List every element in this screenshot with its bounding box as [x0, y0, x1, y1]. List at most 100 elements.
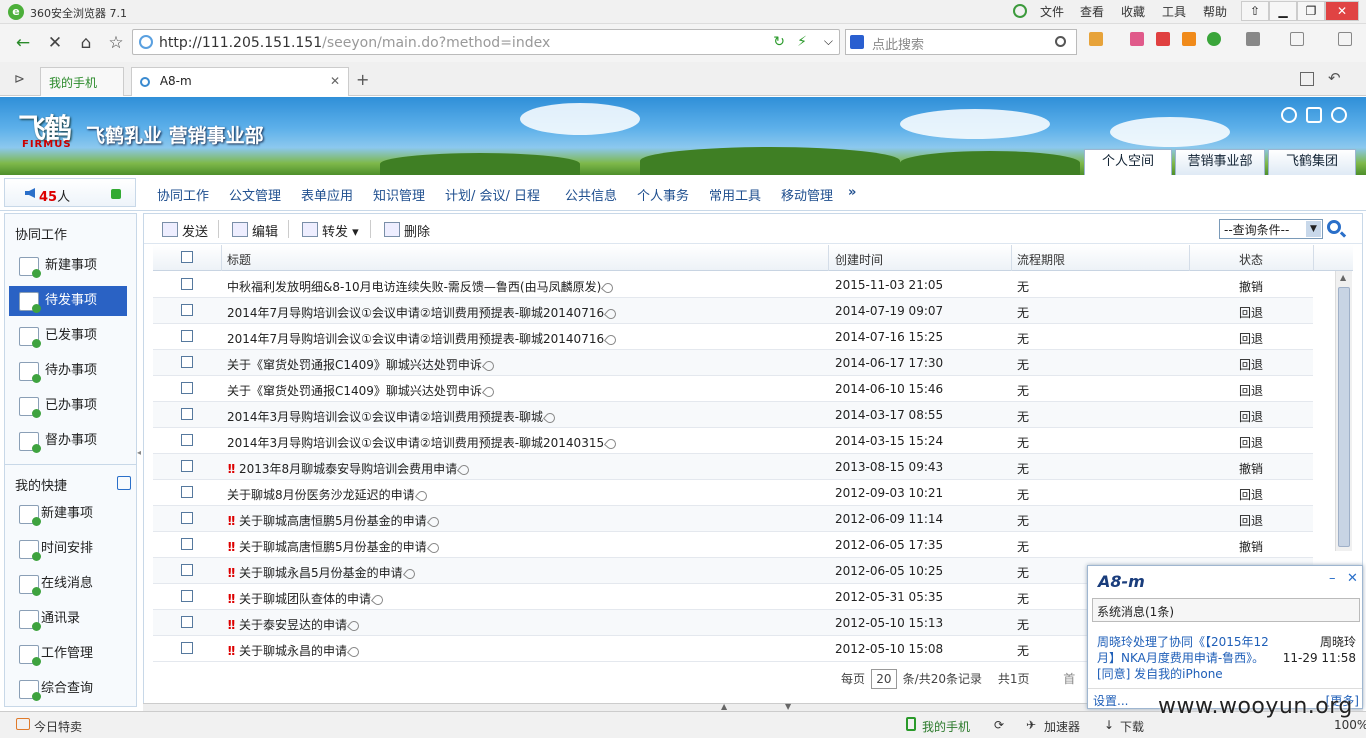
refresh-icon[interactable] [1281, 107, 1297, 123]
table-row[interactable]: 关于《窜货处罚通报C1409》聊城兴达处罚申诉 2014-06-17 17:30 无… [153, 350, 1313, 376]
maximize-icon[interactable]: ❐ [1297, 1, 1325, 21]
dropdown-icon[interactable] [111, 189, 121, 199]
address-bar[interactable]: http://111.205.151.151/seeyon/main.do?me… [132, 29, 840, 55]
shortcut-search[interactable]: 综合查询 [9, 674, 127, 704]
table-row[interactable]: !! 关于聊城高唐恒鹏5月份基金的申请 2012-06-05 17:35 无 撤销 [153, 532, 1313, 558]
tab-my-phone[interactable]: 我的手机 [40, 67, 124, 96]
grid-icon[interactable] [1246, 32, 1260, 46]
table-row[interactable]: 2014年3月导购培训会议①会议申请②培训费用预提表-聊城20140315 201… [153, 428, 1313, 454]
row-checkbox[interactable] [181, 538, 193, 550]
sidebar-item-todo[interactable]: 待办事项 [9, 356, 127, 386]
tab-marketing-dept[interactable]: 营销事业部 [1175, 149, 1265, 175]
header-title[interactable]: 标题 [227, 251, 251, 268]
undo-icon[interactable]: ↶ [1328, 69, 1341, 87]
row-title[interactable]: !! 关于聊城永昌的申请 [227, 642, 362, 659]
edit-button[interactable]: 编辑 [232, 221, 278, 240]
row-title[interactable]: 2014年7月导购培训会议①会议申请②培训费用预提表-聊城20140716 [227, 330, 619, 347]
row-title-text[interactable]: 关于聊城永昌的申请 [239, 644, 347, 658]
table-row[interactable]: 2014年7月导购培训会议①会议申请②培训费用预提表-聊城20140716 201… [153, 324, 1313, 350]
row-checkbox[interactable] [181, 512, 193, 524]
row-title-text[interactable]: 2014年7月导购培训会议①会议申请②培训费用预提表-聊城20140716 [227, 332, 604, 346]
row-checkbox[interactable] [181, 278, 193, 290]
row-title-text[interactable]: 关于《窜货处罚通报C1409》聊城兴达处罚申诉 [227, 358, 482, 372]
network-icon[interactable]: ⟳ [994, 718, 1004, 732]
close-icon[interactable]: ✕ [1347, 571, 1358, 586]
row-title[interactable]: !! 关于泰安昱达的申请 [227, 616, 362, 633]
row-checkbox[interactable] [181, 486, 193, 498]
nav-knowledge[interactable]: 知识管理 [373, 185, 425, 204]
shortcut-messages[interactable]: 在线消息 [9, 569, 127, 599]
table-row[interactable]: !! 2013年8月聊城泰安导购培训会费用申请 2013-08-15 09:43 无 撤… [153, 454, 1313, 480]
sidebar-item-sent[interactable]: 已发事项 [9, 321, 127, 351]
tab-group[interactable]: 飞鹤集团 [1268, 149, 1356, 175]
table-row[interactable]: 中秋福利发放明细&8-10月电访连续失败-需反馈—鲁西(由马凤麟原发) 2015-… [153, 272, 1313, 298]
row-checkbox[interactable] [181, 330, 193, 342]
zoom-level[interactable]: 100% [1334, 718, 1366, 732]
nav-more[interactable]: » [848, 185, 856, 200]
row-title[interactable]: 关于《窜货处罚通报C1409》聊城兴达处罚申诉 [227, 356, 496, 373]
row-title[interactable]: !! 关于聊城永昌5月份基金的申请 [227, 564, 417, 581]
scroll-up-icon[interactable]: ▲ [1340, 273, 1346, 282]
baidu-icon[interactable] [850, 35, 864, 49]
nav-docs[interactable]: 公文管理 [229, 185, 281, 204]
row-checkbox[interactable] [181, 564, 193, 576]
mail-icon[interactable] [1130, 32, 1144, 46]
row-title-text[interactable]: 2014年7月导购培训会议①会议申请②培训费用预提表-聊城20140716 [227, 306, 604, 320]
row-checkbox[interactable] [181, 304, 193, 316]
popup-settings-link[interactable]: 设置... [1093, 692, 1128, 709]
nav-plan[interactable]: 计划/ 会议/ 日程 [445, 185, 540, 204]
row-title-text[interactable]: 关于泰安昱达的申请 [239, 618, 347, 632]
scrollbar-thumb[interactable] [1338, 287, 1350, 547]
row-title[interactable]: !! 关于聊城团队查体的申请 [227, 590, 386, 607]
screenshot-icon[interactable] [1290, 32, 1304, 46]
save-icon[interactable] [1306, 107, 1322, 123]
header-created[interactable]: 创建时间 [835, 251, 883, 268]
settings-icon[interactable] [117, 476, 131, 490]
search-icon[interactable] [1055, 36, 1066, 47]
menu-view[interactable]: 查看 [1080, 3, 1104, 20]
new-tab-button[interactable]: + [356, 70, 369, 89]
row-title-text[interactable]: 2014年3月导购培训会议①会议申请②培训费用预提表-聊城 [227, 410, 543, 424]
header-status[interactable]: 状态 [1239, 251, 1263, 268]
minimize-icon[interactable]: – [1329, 571, 1336, 586]
accelerator-link[interactable]: 加速器 [1044, 718, 1080, 735]
row-title-text[interactable]: 关于聊城高唐恒鹏5月份基金的申请 [239, 514, 427, 528]
sidebar-item-done[interactable]: 已办事项 [9, 391, 127, 421]
row-title[interactable]: !! 关于聊城高唐恒鹏5月份基金的申请 [227, 512, 441, 529]
url-text[interactable]: http://111.205.151.151/seeyon/main.do?me… [159, 35, 550, 51]
download-icon[interactable]: ↓ [1104, 718, 1114, 732]
sidebar-item-new[interactable]: 新建事项 [9, 251, 127, 281]
tab-a8m[interactable]: A8-m ✕ [131, 67, 349, 96]
today-deals-link[interactable]: 今日特卖 [34, 718, 82, 735]
shield-icon[interactable] [1207, 32, 1221, 46]
row-title-text[interactable]: 关于聊城高唐恒鹏5月份基金的申请 [239, 540, 427, 554]
search-icon[interactable] [1327, 220, 1341, 234]
row-title-text[interactable]: 关于聊城团队查体的申请 [239, 592, 371, 606]
row-title-text[interactable]: 2014年3月导购培训会议①会议申请②培训费用预提表-聊城20140315 [227, 436, 604, 450]
nav-forms[interactable]: 表单应用 [301, 185, 353, 204]
sidebar-item-supervise[interactable]: 督办事项 [9, 426, 127, 456]
row-title[interactable]: 关于聊城8月份医务沙龙延迟的申请 [227, 486, 429, 503]
refresh-icon[interactable]: ↻ [773, 34, 785, 50]
pin-icon[interactable]: ⇧ [1241, 1, 1269, 21]
row-title-text[interactable]: 关于聊城永昌5月份基金的申请 [239, 566, 403, 580]
close-icon[interactable]: ✕ [1325, 1, 1359, 21]
scrollbar[interactable]: ▲ [1335, 271, 1352, 551]
menu-help[interactable]: 帮助 [1203, 3, 1227, 20]
speed-icon[interactable]: ⚡ [797, 34, 807, 50]
back-icon[interactable]: ← [12, 33, 34, 53]
gift-icon[interactable] [1156, 32, 1170, 46]
row-checkbox[interactable] [181, 408, 193, 420]
accelerator-icon[interactable]: ✈ [1026, 718, 1036, 732]
row-checkbox[interactable] [181, 460, 193, 472]
header-deadline[interactable]: 流程期限 [1017, 251, 1065, 268]
row-checkbox[interactable] [181, 382, 193, 394]
row-checkbox[interactable] [181, 616, 193, 628]
row-title[interactable]: 关于《窜货处罚通报C1409》聊城兴达处罚申诉 [227, 382, 496, 399]
shortcut-schedule[interactable]: 时间安排 [9, 534, 127, 564]
nav-mobile[interactable]: 移动管理 [781, 185, 833, 204]
nav-tools[interactable]: 常用工具 [709, 185, 761, 204]
table-row[interactable]: 关于《窜货处罚通报C1409》聊城兴达处罚申诉 2014-06-10 15:46 无… [153, 376, 1313, 402]
table-row[interactable]: 2014年3月导购培训会议①会议申请②培训费用预提表-聊城 2014-03-17 … [153, 402, 1313, 428]
user-icon[interactable] [1013, 4, 1027, 18]
